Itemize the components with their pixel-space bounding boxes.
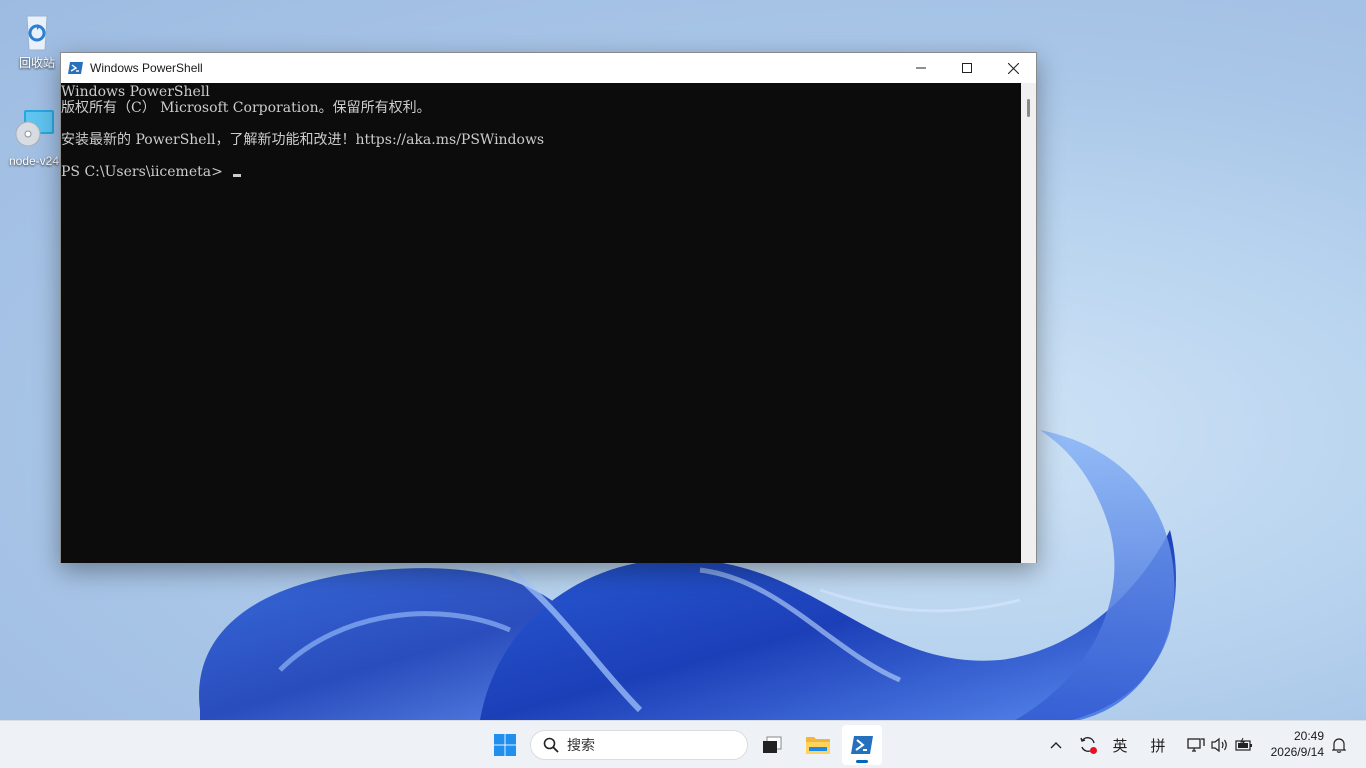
taskbar: 搜索 英 拼 20:49 2026/9/14 [0, 720, 1366, 768]
window-titlebar[interactable]: Windows PowerShell [61, 53, 1036, 83]
folder-icon [806, 737, 830, 754]
console-line: 安装最新的 PowerShell，了解新功能和改进！https://aka.ms… [61, 132, 545, 148]
recycle-bin-icon [15, 8, 59, 52]
maximize-button[interactable] [944, 53, 990, 83]
search-placeholder: 搜索 [567, 737, 595, 753]
bell-icon [1332, 738, 1346, 753]
file-explorer-button[interactable] [798, 725, 838, 765]
battery-icon [1235, 738, 1252, 751]
start-button[interactable] [485, 725, 525, 765]
taskbar-search[interactable]: 搜索 [530, 730, 748, 760]
active-indicator [856, 760, 868, 763]
volume-button[interactable] [1210, 733, 1230, 757]
node-installer-label: node-v24 [8, 154, 60, 168]
sync-icon [1080, 737, 1097, 754]
node-installer-shortcut[interactable]: node-v24 [2, 108, 66, 168]
console-prompt: PS C:\Users\iicemeta> [61, 164, 228, 180]
task-view-button[interactable] [752, 725, 792, 765]
powershell-window[interactable]: Windows PowerShell Windows PowerShell 版权… [60, 52, 1037, 563]
powershell-icon [851, 736, 873, 754]
chevron-up-icon [1050, 742, 1062, 749]
show-hidden-icons-button[interactable] [1046, 733, 1066, 757]
console-scrollbar[interactable] [1021, 83, 1036, 563]
clock-time: 20:49 [1293, 729, 1324, 743]
taskbar-clock[interactable]: 20:49 2026/9/14 [1271, 728, 1324, 760]
text-cursor [233, 174, 242, 177]
clock-date: 2026/9/14 [1270, 745, 1324, 759]
task-view-icon [763, 736, 782, 753]
powershell-taskbar-button[interactable] [842, 725, 882, 765]
console-line: 版权所有（C） Microsoft Corporation。保留所有权利。 [61, 100, 431, 116]
windows-logo-icon [494, 734, 516, 756]
console-line: Windows PowerShell [61, 84, 210, 100]
console-output[interactable]: Windows PowerShell 版权所有（C） Microsoft Cor… [61, 83, 1021, 563]
search-icon [543, 737, 559, 753]
disc-drive-icon [12, 108, 56, 152]
speaker-icon [1211, 737, 1227, 753]
battery-button[interactable] [1234, 733, 1254, 757]
network-icon [1187, 738, 1205, 752]
window-title: Windows PowerShell [90, 61, 203, 75]
scrollbar-thumb[interactable] [1027, 99, 1030, 117]
close-icon [1007, 62, 1019, 74]
network-button[interactable] [1186, 733, 1206, 757]
minimize-icon [916, 67, 926, 69]
notifications-button[interactable] [1330, 733, 1348, 757]
maximize-icon [962, 63, 972, 73]
powershell-icon [68, 62, 83, 74]
minimize-button[interactable] [898, 53, 944, 83]
close-button[interactable] [990, 53, 1036, 83]
console-prompt-line[interactable]: PS C:\Users\iicemeta> [61, 164, 1021, 180]
sync-status-button[interactable] [1076, 733, 1100, 757]
ime-mode-button[interactable]: 英 [1110, 733, 1130, 757]
ime-pinyin-button[interactable]: 拼 [1148, 733, 1168, 757]
